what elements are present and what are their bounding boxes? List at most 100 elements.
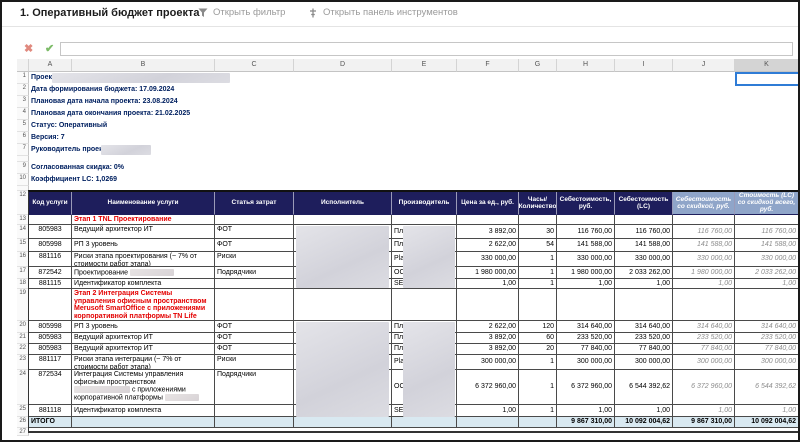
cell-I22[interactable]: 77 840,00: [615, 344, 673, 355]
cell-K22[interactable]: 77 840,00: [735, 344, 799, 355]
column-header-d[interactable]: D: [294, 59, 392, 72]
column-header-b[interactable]: B: [72, 59, 215, 72]
column-header-g[interactable]: G: [519, 59, 557, 72]
table-header-producer[interactable]: Производитель: [392, 191, 457, 215]
row-header-12[interactable]: 12: [17, 191, 29, 215]
row-header-25[interactable]: 25: [17, 405, 29, 417]
cell-A23[interactable]: 881117: [29, 355, 72, 370]
cell-F24[interactable]: 6 372 960,00: [457, 370, 519, 405]
cell-K23[interactable]: 300 000,00: [735, 355, 799, 370]
table-header-executor[interactable]: Исполнитель: [294, 191, 392, 215]
cell-C18[interactable]: [215, 279, 294, 289]
row-header-6[interactable]: 6: [17, 132, 29, 144]
row-header-9[interactable]: 9: [17, 162, 29, 174]
cell-H17[interactable]: 1 980 000,00: [557, 267, 615, 279]
cell-H25[interactable]: 1,00: [557, 405, 615, 417]
column-header-k[interactable]: K: [735, 59, 799, 72]
cell-G14[interactable]: 30: [519, 225, 557, 239]
cell-A24[interactable]: 872534: [29, 370, 72, 405]
cell-I21[interactable]: 233 520,00: [615, 333, 673, 344]
cell-K25[interactable]: 1,00: [735, 405, 799, 417]
row-header-26[interactable]: 26: [17, 417, 29, 428]
row-header-20[interactable]: 20: [17, 321, 29, 333]
column-header-e[interactable]: E: [392, 59, 457, 72]
row-header-10[interactable]: 10: [17, 174, 29, 186]
cell-J21[interactable]: 233 520,00: [673, 333, 735, 344]
row-header-3[interactable]: 3: [17, 96, 29, 108]
cell-I15[interactable]: 141 588,00: [615, 239, 673, 252]
cell-I26[interactable]: 10 092 004,62: [615, 417, 673, 428]
cell-A25[interactable]: 881118: [29, 405, 72, 417]
cell-F19[interactable]: [457, 289, 519, 321]
cell-F13[interactable]: [457, 215, 519, 225]
cell-A22[interactable]: 805983: [29, 344, 72, 355]
cell-A19[interactable]: [29, 289, 72, 321]
cell-H23[interactable]: 300 000,00: [557, 355, 615, 370]
cell-B26[interactable]: [72, 417, 215, 428]
cell-C19[interactable]: [215, 289, 294, 321]
cell-H24[interactable]: 6 372 960,00: [557, 370, 615, 405]
cell-C14[interactable]: ФОТ: [215, 225, 294, 239]
cell-A13[interactable]: [29, 215, 72, 225]
cell-I18[interactable]: 1,00: [615, 279, 673, 289]
cell-G24[interactable]: 1: [519, 370, 557, 405]
cell-F26[interactable]: [457, 417, 519, 428]
cell-I17[interactable]: 2 033 262,00: [615, 267, 673, 279]
row-header-27[interactable]: 27: [17, 428, 29, 436]
cell-K21[interactable]: 233 520,00: [735, 333, 799, 344]
cell-J24[interactable]: 6 372 960,00: [673, 370, 735, 405]
cell-I23[interactable]: 300 000,00: [615, 355, 673, 370]
row-header-19[interactable]: 19: [17, 289, 29, 321]
row-header-22[interactable]: 22: [17, 344, 29, 355]
cell-K15[interactable]: 141 588,00: [735, 239, 799, 252]
cell-C13[interactable]: [215, 215, 294, 225]
formula-input[interactable]: [60, 42, 793, 56]
row-header-23[interactable]: 23: [17, 355, 29, 370]
cell-G15[interactable]: 54: [519, 239, 557, 252]
cell-J23[interactable]: 300 000,00: [673, 355, 735, 370]
cell-B24[interactable]: Интеграция Системы управления офисным пр…: [72, 370, 215, 405]
cell-B23[interactable]: Риски этапа интеграции (~ 7% от стоимост…: [72, 355, 215, 370]
cell-K19[interactable]: [735, 289, 799, 321]
column-header-h[interactable]: H: [557, 59, 615, 72]
cell-B16[interactable]: Риски этапа проектирования (~ 7% от стои…: [72, 252, 215, 267]
cell-K13[interactable]: [735, 215, 799, 225]
cell-G26[interactable]: [519, 417, 557, 428]
cell-D19[interactable]: [294, 289, 392, 321]
row-header-4[interactable]: 4: [17, 108, 29, 120]
open-filter-button[interactable]: Открыть фильтр: [198, 7, 285, 18]
row-header-13[interactable]: 13: [17, 215, 29, 225]
cell-K14[interactable]: 116 760,00: [735, 225, 799, 239]
cell-H18[interactable]: 1,00: [557, 279, 615, 289]
cell-K17[interactable]: 2 033 262,00: [735, 267, 799, 279]
cell-J14[interactable]: 116 760,00: [673, 225, 735, 239]
cell-F22[interactable]: 3 892,00: [457, 344, 519, 355]
cell-C21[interactable]: ФОТ: [215, 333, 294, 344]
row-header-14[interactable]: 14: [17, 225, 29, 239]
column-header-a[interactable]: A: [29, 59, 72, 72]
cell-H20[interactable]: 314 640,00: [557, 321, 615, 333]
cell-H21[interactable]: 233 520,00: [557, 333, 615, 344]
cell-K26[interactable]: 10 092 004,62: [735, 417, 799, 428]
cell-J13[interactable]: [673, 215, 735, 225]
cell-H15[interactable]: 141 588,00: [557, 239, 615, 252]
table-header-qty[interactable]: Часы/Количество: [519, 191, 557, 215]
cell-I24[interactable]: 6 544 392,62: [615, 370, 673, 405]
row-header-16[interactable]: 16: [17, 252, 29, 267]
cell-F14[interactable]: 3 892,00: [457, 225, 519, 239]
cell-H22[interactable]: 77 840,00: [557, 344, 615, 355]
cell-J25[interactable]: 1,00: [673, 405, 735, 417]
cell-F21[interactable]: 3 892,00: [457, 333, 519, 344]
cell-G25[interactable]: 1: [519, 405, 557, 417]
cell-B19[interactable]: Этап 2 Интеграция Системы управления офи…: [72, 289, 215, 321]
cell-G13[interactable]: [519, 215, 557, 225]
table-header-cost_disc[interactable]: Себестоимость со скидкой, руб.: [673, 191, 735, 215]
cell-B18[interactable]: Идентификатор комплекта: [72, 279, 215, 289]
cell-D13[interactable]: [294, 215, 392, 225]
cell-G23[interactable]: 1: [519, 355, 557, 370]
cell-H26[interactable]: 9 867 310,00: [557, 417, 615, 428]
cell-J17[interactable]: 1 980 000,00: [673, 267, 735, 279]
column-header-c[interactable]: C: [215, 59, 294, 72]
cell-A21[interactable]: 805983: [29, 333, 72, 344]
cell-B14[interactable]: Ведущий архитектор ИТ: [72, 225, 215, 239]
